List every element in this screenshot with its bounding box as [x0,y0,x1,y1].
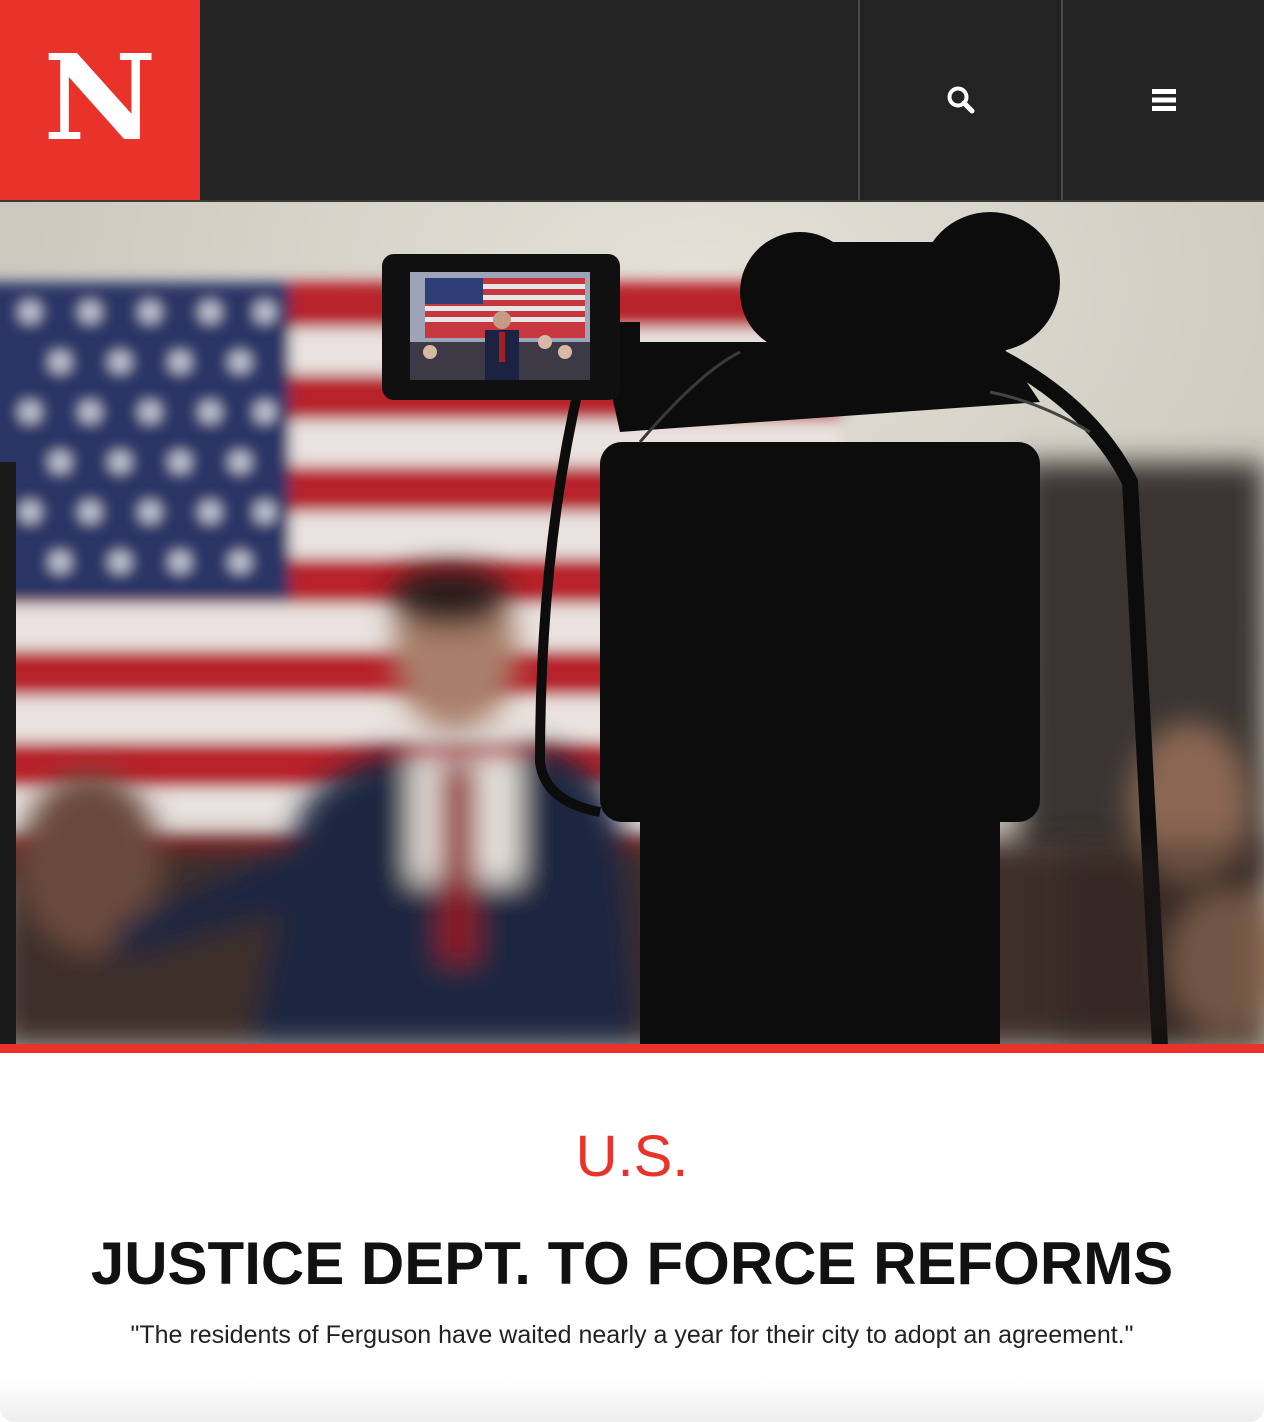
hero-divider [0,1044,1264,1053]
site-logo[interactable]: N [0,0,200,200]
camera-monitor [382,254,620,400]
hero-image[interactable] [0,202,1264,1046]
search-icon [947,86,975,114]
article-dek: "The residents of Ferguson have waited n… [130,1321,1134,1349]
category-label[interactable]: U.S. [0,1124,1264,1190]
search-button[interactable] [858,0,1062,200]
bottom-shadow [0,1380,1264,1422]
site-header: N [0,0,1264,202]
hero-photo [0,202,1264,1046]
article-headline[interactable]: JUSTICE DEPT. TO FORCE REFORMS [0,1228,1264,1300]
logo-letter: N [43,28,157,167]
article-page: N U.S. JUSTICE DEPT. TO FORCE REFORMS "T… [0,0,1264,1422]
hamburger-menu-icon [1152,89,1176,111]
menu-button[interactable] [1061,0,1264,200]
